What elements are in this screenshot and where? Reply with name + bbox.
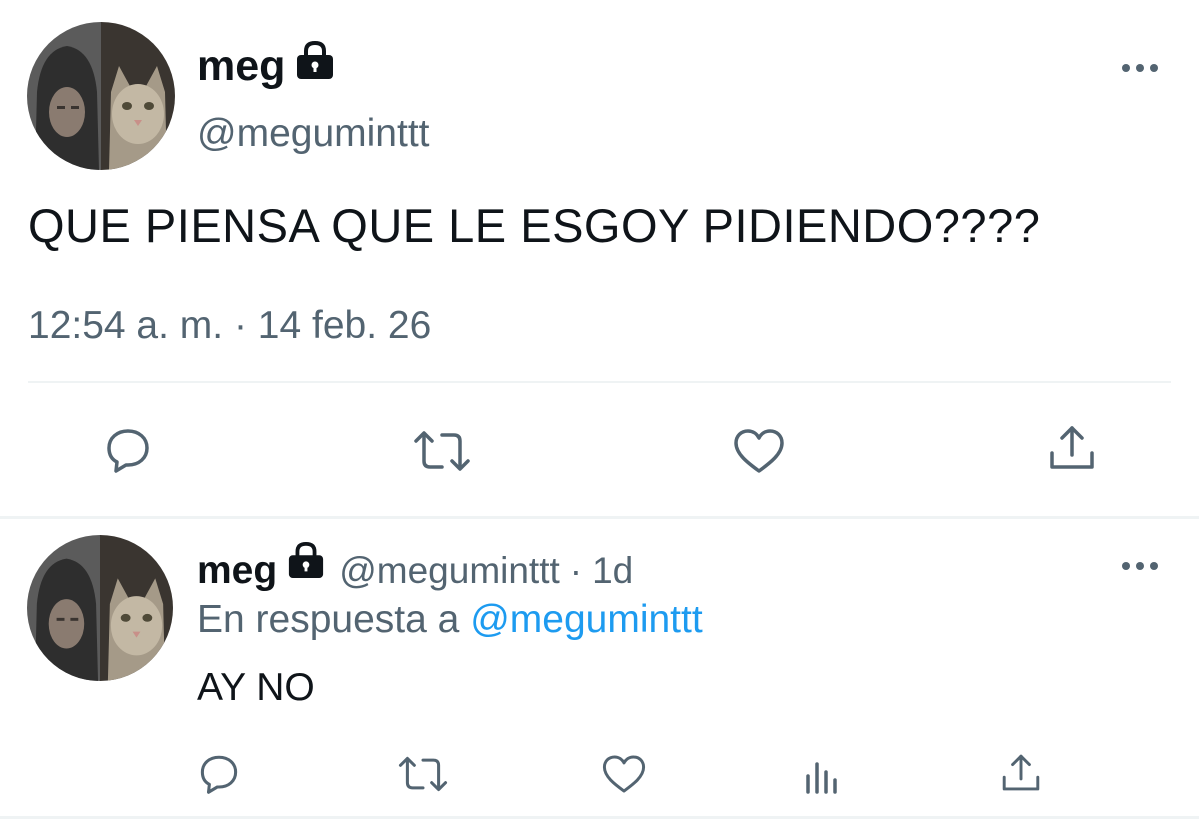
reply-time[interactable]: 1d — [592, 546, 633, 596]
reply-text: AY NO — [197, 666, 315, 709]
retweet-icon[interactable] — [412, 425, 472, 477]
tweet-text: QUE PIENSA QUE LE ESGOY PIDIENDO???? — [28, 199, 1041, 252]
more-icon[interactable] — [1120, 558, 1160, 579]
separator: · — [569, 549, 583, 591]
lock-icon — [293, 40, 337, 92]
author-name-row[interactable]: meg — [197, 40, 337, 92]
like-icon[interactable] — [600, 752, 648, 796]
author-name[interactable]: meg — [197, 40, 285, 92]
divider — [0, 816, 1199, 819]
reply-icon[interactable] — [102, 423, 154, 475]
author-handle[interactable]: @meguminttt — [197, 110, 430, 158]
reply-prefix: En respuesta a — [197, 598, 460, 641]
reply-author-name[interactable]: meg — [197, 546, 277, 596]
divider — [28, 381, 1171, 383]
reply-mention-link[interactable]: @meguminttt — [470, 598, 703, 641]
lock-icon — [285, 541, 327, 600]
more-icon[interactable] — [1120, 60, 1160, 81]
reply-header: meg @meguminttt · 1d — [197, 541, 633, 600]
retweet-icon[interactable] — [396, 752, 450, 796]
reply-avatar[interactable] — [27, 535, 173, 681]
share-icon[interactable] — [998, 750, 1044, 796]
reply-author-handle[interactable]: @meguminttt — [339, 546, 560, 596]
share-icon[interactable] — [1046, 422, 1098, 474]
reply-icon[interactable] — [196, 750, 242, 796]
like-icon[interactable] — [731, 425, 787, 477]
analytics-icon[interactable] — [800, 752, 844, 796]
divider — [0, 516, 1199, 519]
tweet-timestamp[interactable]: 12:54 a. m. · 14 feb. 26 — [28, 302, 431, 350]
reply-context: En respuesta a @meguminttt — [197, 596, 703, 644]
avatar[interactable] — [27, 22, 175, 170]
